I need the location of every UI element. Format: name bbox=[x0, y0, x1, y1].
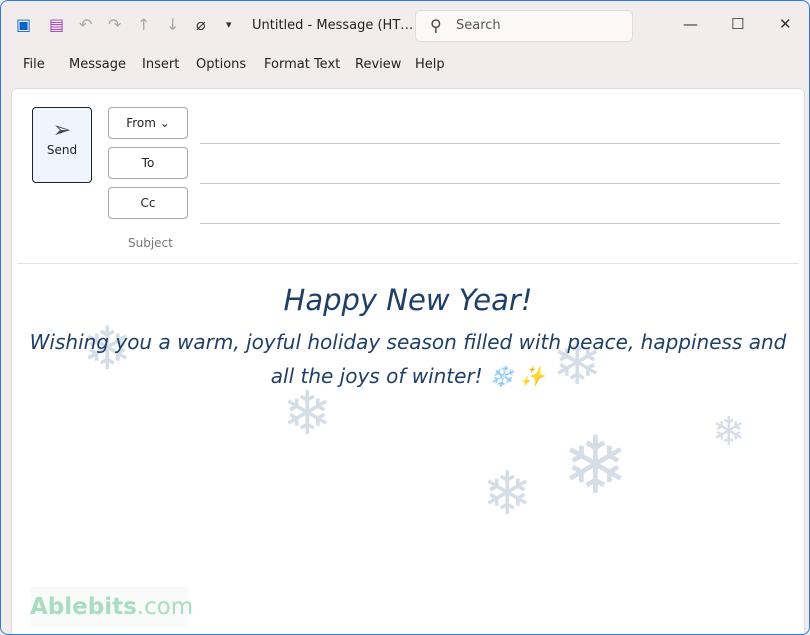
undo-icon[interactable]: ↶ bbox=[79, 15, 92, 35]
from-button[interactable]: From ⌄ bbox=[108, 107, 188, 139]
search-icon: ⚲ bbox=[430, 16, 442, 35]
to-field[interactable] bbox=[200, 183, 780, 184]
send-icon: ➢ bbox=[52, 118, 72, 143]
divider bbox=[17, 263, 799, 264]
snowflake-decoration: ❄ bbox=[712, 409, 746, 455]
window-title: Untitled - Message (HT… bbox=[252, 18, 414, 33]
greeting-line-2: all the joys of winter! ❄️ ✨ bbox=[270, 364, 546, 388]
compose-area: ➢ Send From ⌄ To Cc Subject ❄ ❄ ❄ ❄ ❄ ❄ H… bbox=[11, 88, 805, 634]
cc-field[interactable] bbox=[200, 223, 780, 224]
tab-message[interactable]: Message bbox=[69, 57, 126, 72]
maximize-icon[interactable]: ☐ bbox=[731, 15, 744, 33]
send-button[interactable]: ➢ Send bbox=[32, 107, 92, 183]
from-label: From bbox=[126, 116, 156, 130]
tab-review[interactable]: Review bbox=[355, 57, 401, 72]
cc-button[interactable]: Cc bbox=[108, 187, 188, 219]
ablebits-watermark: Ablebits.com bbox=[30, 587, 193, 627]
tab-help[interactable]: Help bbox=[415, 57, 445, 72]
search-box[interactable]: ⚲ Search bbox=[415, 10, 633, 42]
snowflake-decoration: ❄ bbox=[562, 419, 630, 512]
greeting-heading: Happy New Year! bbox=[283, 283, 533, 317]
tab-options[interactable]: Options bbox=[196, 57, 246, 72]
search-placeholder: Search bbox=[456, 18, 501, 33]
message-body[interactable]: Happy New Year! Wishing you a warm, joyf… bbox=[12, 269, 804, 393]
outlook-icon: ▣ bbox=[16, 15, 32, 34]
tab-insert[interactable]: Insert bbox=[142, 57, 179, 72]
title-bar: ▣ ▤ ↶ ↷ ↑ ↓ ⌀ ▾ Untitled - Message (HT… … bbox=[1, 1, 809, 51]
minimize-icon[interactable]: — bbox=[683, 15, 698, 33]
outlook-message-window: ▣ ▤ ↶ ↷ ↑ ↓ ⌀ ▾ Untitled - Message (HT… … bbox=[0, 0, 810, 635]
attach-icon[interactable]: ⌀ bbox=[196, 15, 206, 35]
tab-file[interactable]: File bbox=[23, 57, 45, 72]
customize-icon[interactable]: ▾ bbox=[226, 15, 232, 35]
redo-icon[interactable]: ↷ bbox=[108, 15, 121, 35]
up-icon[interactable]: ↑ bbox=[137, 15, 150, 35]
save-icon[interactable]: ▤ bbox=[49, 15, 64, 35]
tab-format-text[interactable]: Format Text bbox=[264, 57, 340, 72]
subject-label: Subject bbox=[128, 236, 173, 250]
send-label: Send bbox=[46, 143, 78, 157]
ribbon-tabs: File Message Insert Options Format Text … bbox=[1, 57, 809, 77]
from-field[interactable] bbox=[200, 143, 780, 144]
greeting-line-1: Wishing you a warm, joyful holiday seaso… bbox=[29, 330, 787, 354]
close-icon[interactable]: ✕ bbox=[779, 15, 792, 33]
to-button[interactable]: To bbox=[108, 147, 188, 179]
snowflake-decoration: ❄ bbox=[482, 459, 533, 529]
chevron-down-icon: ⌄ bbox=[159, 116, 170, 130]
down-icon[interactable]: ↓ bbox=[166, 15, 179, 35]
